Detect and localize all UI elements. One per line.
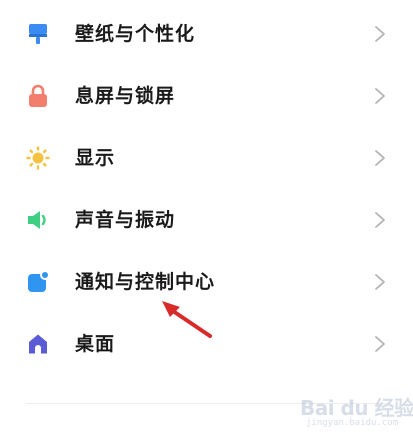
chevron-right-icon bbox=[374, 273, 386, 291]
settings-item-home-screen[interactable]: 桌面 bbox=[0, 313, 413, 375]
settings-item-label: 桌面 bbox=[75, 333, 116, 355]
settings-item-label: 声音与振动 bbox=[75, 209, 176, 231]
settings-item-display[interactable]: 显示 bbox=[0, 127, 413, 189]
watermark-brand: Bai du 经验 bbox=[300, 396, 413, 420]
settings-item-label: 显示 bbox=[75, 147, 116, 169]
sun-icon bbox=[26, 146, 50, 170]
chevron-right-icon bbox=[374, 87, 386, 105]
settings-item-notifications[interactable]: 通知与控制中心 bbox=[0, 251, 413, 313]
settings-item-label: 息屏与锁屏 bbox=[75, 85, 176, 107]
chevron-right-icon bbox=[374, 335, 386, 353]
chevron-right-icon bbox=[374, 149, 386, 167]
chevron-right-icon bbox=[374, 25, 386, 43]
speaker-icon bbox=[26, 208, 50, 232]
paint-brush-icon bbox=[26, 22, 50, 46]
settings-item-label: 通知与控制中心 bbox=[75, 271, 216, 293]
settings-item-label: 壁纸与个性化 bbox=[75, 23, 196, 45]
chevron-right-icon bbox=[374, 211, 386, 229]
settings-item-sound[interactable]: 声音与振动 bbox=[0, 189, 413, 251]
lock-icon bbox=[26, 84, 50, 108]
notification-icon bbox=[26, 270, 50, 294]
baidu-watermark: Bai du 经验 jingyan.baidu.com bbox=[300, 392, 413, 432]
watermark-sub: jingyan.baidu.com bbox=[306, 418, 399, 428]
home-icon bbox=[26, 332, 50, 356]
settings-item-lock-screen[interactable]: 息屏与锁屏 bbox=[0, 65, 413, 127]
settings-item-wallpaper[interactable]: 壁纸与个性化 bbox=[0, 3, 413, 65]
